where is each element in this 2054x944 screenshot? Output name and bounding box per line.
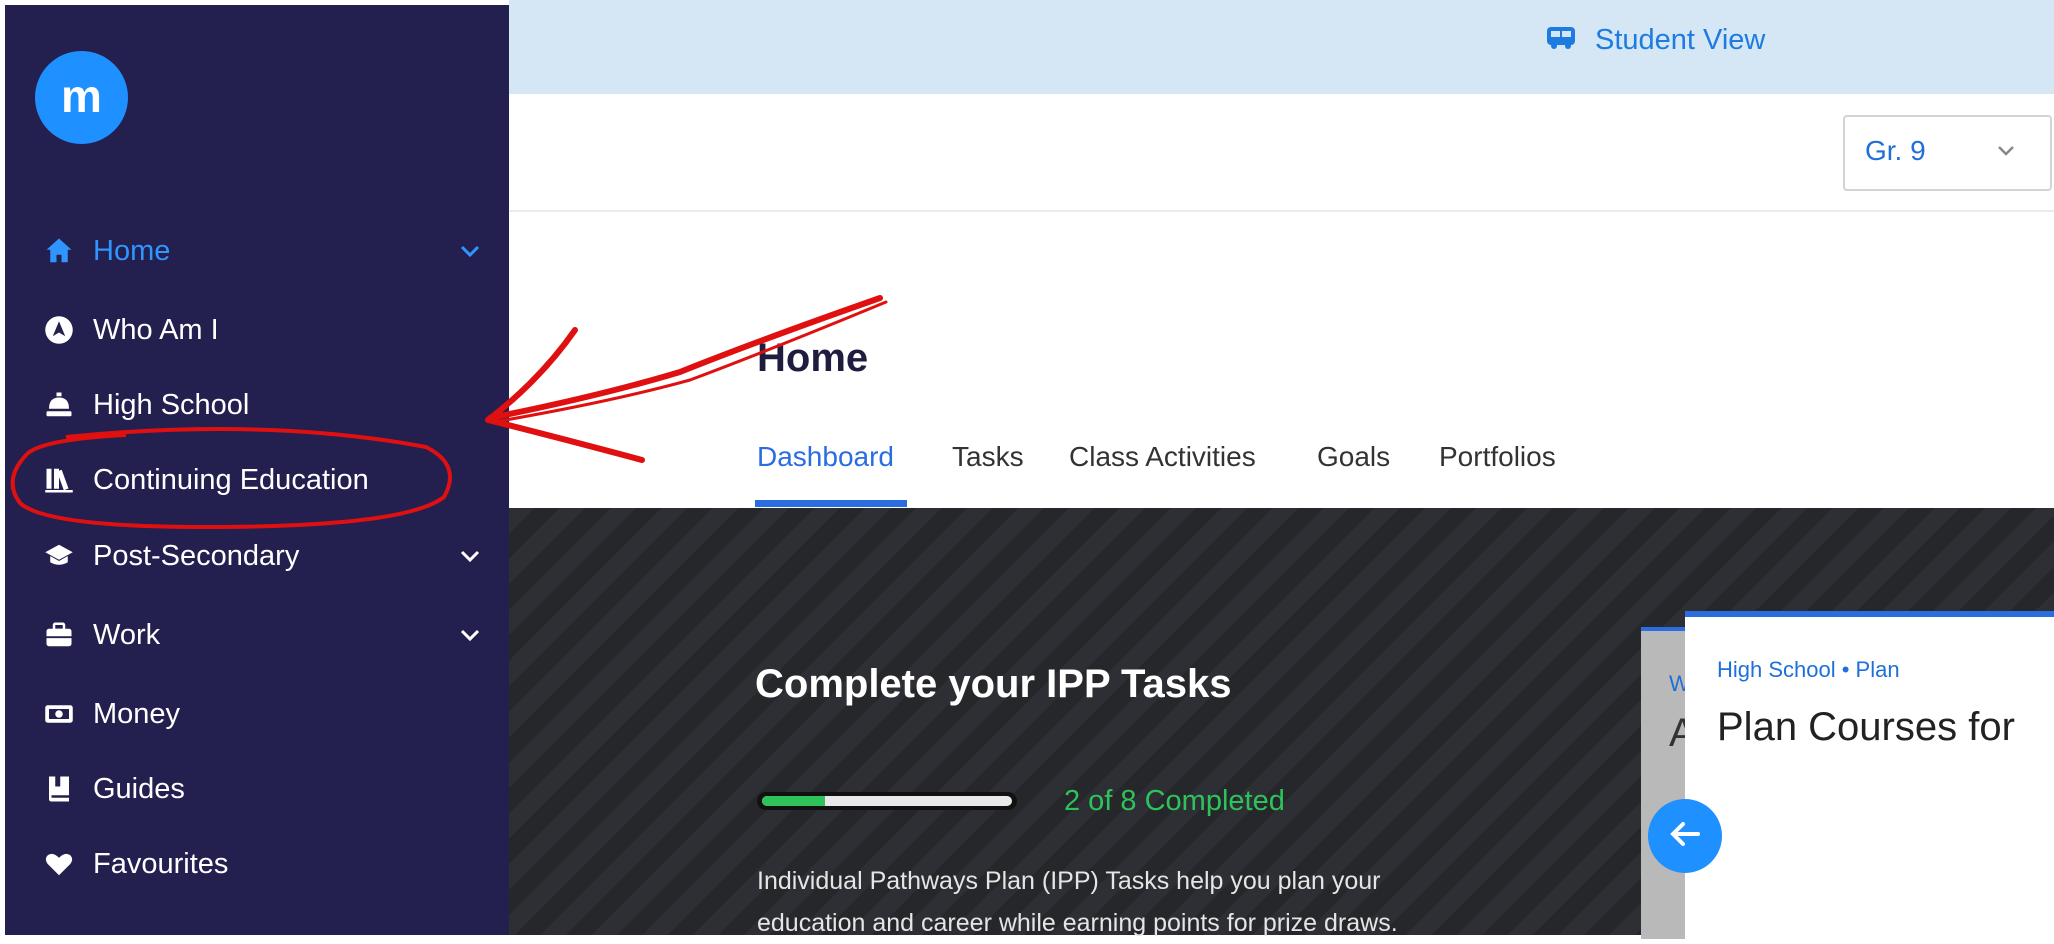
task-card[interactable]: High School • Plan Plan Courses for (1685, 611, 2054, 941)
student-view-banner (509, 0, 2054, 94)
chevron-down-icon (1995, 135, 2017, 170)
ipp-title: Complete your IPP Tasks (755, 662, 1232, 706)
tab-tasks[interactable]: Tasks (952, 441, 1024, 473)
book-icon (41, 771, 77, 807)
sidebar-item-label: Work (93, 618, 161, 651)
money-icon (41, 696, 77, 732)
grade-select[interactable]: Gr. 9 (1843, 115, 2052, 191)
sidebar-item-post-secondary[interactable]: Post-Secondary (5, 526, 509, 586)
graduation-cap-icon (41, 538, 77, 574)
arrow-left-icon (1668, 819, 1702, 854)
sidebar-item-guides[interactable]: Guides (5, 759, 509, 819)
student-view-label: Student View (1595, 24, 1766, 56)
logo[interactable]: m (35, 51, 128, 144)
progress-track (762, 796, 1012, 806)
active-tab-indicator (755, 500, 907, 507)
tab-class-activities[interactable]: Class Activities (1069, 441, 1256, 473)
sidebar-item-label: Guides (93, 772, 185, 805)
chevron-down-icon[interactable] (450, 615, 490, 655)
sidebar-item-who-am-i[interactable]: Who Am I (5, 300, 509, 360)
sidebar-item-label: Money (93, 697, 181, 730)
sidebar-item-label: High School (93, 388, 250, 421)
chevron-down-icon[interactable] (450, 536, 490, 576)
card-crumb: High School • Plan (1717, 657, 1900, 682)
tab-dashboard[interactable]: Dashboard (757, 441, 894, 473)
bus-icon (1545, 24, 1577, 57)
progress-text: 2 of 8 Completed (1064, 785, 1285, 817)
ipp-progress-bar (757, 792, 1017, 810)
home-icon (41, 233, 77, 269)
grade-select-value: Gr. 9 (1865, 135, 1926, 166)
sidebar-item-favourites[interactable]: Favourites (5, 834, 509, 894)
sidebar-item-work[interactable]: Work (5, 605, 509, 665)
highlight-circle-annotation (10, 427, 452, 530)
top-bar (509, 94, 2054, 212)
bell-icon (41, 387, 77, 423)
tab-goals[interactable]: Goals (1317, 441, 1390, 473)
chevron-down-icon[interactable] (450, 231, 490, 271)
heart-icon (41, 846, 77, 882)
sidebar-item-label: Who Am I (93, 313, 219, 346)
briefcase-icon (41, 617, 77, 653)
page-title: Home (757, 336, 869, 380)
card-title: Plan Courses for (1717, 705, 2015, 749)
sidebar-item-label: Favourites (93, 847, 229, 880)
sidebar-item-money[interactable]: Money (5, 684, 509, 744)
progress-fill (762, 796, 825, 806)
student-view-link[interactable]: Student View (1545, 24, 1765, 57)
sidebar-item-label: Post-Secondary (93, 539, 300, 572)
tab-portfolios[interactable]: Portfolios (1439, 441, 1556, 473)
sidebar-item-home[interactable]: Home (5, 221, 509, 281)
previous-card-button[interactable] (1648, 799, 1722, 873)
ipp-description: Individual Pathways Plan (IPP) Tasks hel… (757, 867, 1398, 937)
sidebar-item-label: Home (93, 234, 171, 267)
compass-icon (41, 312, 77, 348)
